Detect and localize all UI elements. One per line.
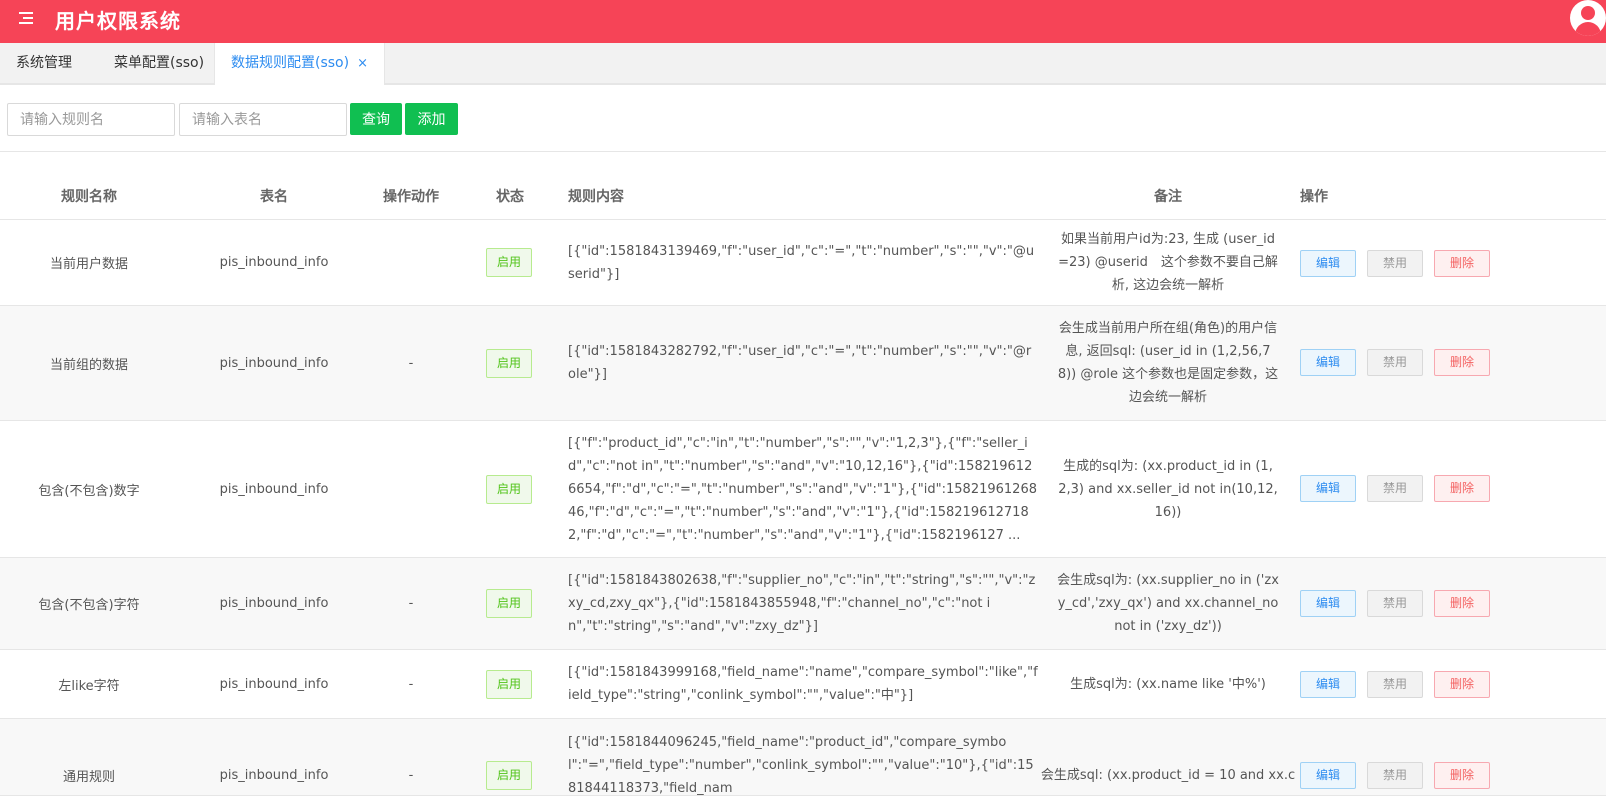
status-badge: 启用 (485, 739, 533, 795)
col-rule-name: 规则名称 (61, 189, 117, 205)
status-badge: 启用 (485, 650, 533, 718)
search-toolbar: 查询 添加 (0, 87, 1606, 152)
operation-action (370, 220, 452, 305)
status-badge: 启用 (485, 558, 533, 649)
remark: 如果当前用户id为:23, 生成 (user_id=23) @userid 这个… (1058, 232, 1278, 293)
disable-button[interactable]: 禁用 (1367, 762, 1423, 789)
remark: 会生成sql为: (xx.supplier_no in ('zxy_cd','z… (1057, 573, 1279, 634)
table-name: pis_inbound_info (219, 676, 329, 692)
delete-button[interactable]: 删除 (1434, 349, 1490, 376)
operation-action: - (408, 596, 414, 611)
col-status: 状态 (496, 189, 524, 205)
operation-action: - (408, 355, 414, 371)
table-row: 当前组的数据 pis_inbound_info - 启用 [{"id":1581… (0, 306, 1606, 421)
rule-content: [{"f":"product_id","c":"in","t":"number"… (568, 435, 1037, 543)
table-row: 包含(不包含)数字 pis_inbound_info 启用 [{"f":"pro… (0, 421, 1606, 558)
table-name: pis_inbound_info (219, 481, 329, 497)
col-remark: 备注 (1154, 189, 1182, 205)
remark: 会生成当前用户所在组(角色)的用户信息, 返回sql: (user_id in … (1057, 321, 1279, 405)
table-name-input[interactable] (179, 103, 347, 136)
table-row: 通用规则 pis_inbound_info - 启用 [{"id":158184… (0, 719, 1606, 796)
tab-bar: 系统管理 菜单配置(sso) 数据规则配置(sso) × (0, 43, 1606, 85)
table-row: 包含(不包含)字符 pis_inbound_info - 启用 [{"id":1… (0, 558, 1606, 650)
disable-button[interactable]: 禁用 (1367, 250, 1423, 277)
status-badge: 启用 (485, 306, 533, 420)
table-row: 左like字符 pis_inbound_info - 启用 [{"id":158… (0, 650, 1606, 719)
disable-button[interactable]: 禁用 (1367, 590, 1423, 617)
tab-data-rule-config[interactable]: 数据规则配置(sso) × (214, 43, 385, 85)
edit-button[interactable]: 编辑 (1300, 590, 1356, 617)
status-badge: 启用 (485, 421, 533, 557)
table-name: pis_inbound_info (219, 355, 329, 371)
edit-button[interactable]: 编辑 (1300, 671, 1356, 698)
add-button[interactable]: 添加 (405, 103, 458, 135)
remark: 会生成sql: (xx.product_id = 10 and xx.c (1040, 767, 1296, 783)
rule-name: 当前组的数据 (49, 357, 128, 373)
top-header: 用户权限系统 (0, 0, 1606, 43)
delete-button[interactable]: 删除 (1434, 671, 1490, 698)
tab-menu-config[interactable]: 菜单配置(sso) (98, 43, 220, 85)
menu-icon[interactable] (19, 12, 33, 24)
edit-button[interactable]: 编辑 (1300, 762, 1356, 789)
rule-content: [{"id":1581843139469,"f":"user_id","c":"… (568, 243, 1035, 282)
tab-system-management[interactable]: 系统管理 (0, 43, 88, 85)
disable-button[interactable]: 禁用 (1367, 671, 1423, 698)
table-row: 当前用户数据 pis_inbound_info 启用 [{"id":158184… (0, 220, 1606, 306)
remark: 生成的sql为: (xx.product_id in (1,2,3) and x… (1058, 458, 1278, 520)
rule-content: [{"id":1581843282792,"f":"user_id","c":"… (568, 344, 1032, 382)
col-operations: 操作 (1300, 189, 1328, 205)
user-avatar-icon[interactable] (1570, 0, 1606, 36)
status-badge: 启用 (485, 220, 533, 305)
operation-action: - (408, 676, 414, 692)
rule-content: [{"id":1581843999168,"field_name":"name"… (568, 665, 1038, 703)
table-name: pis_inbound_info (219, 596, 329, 611)
rule-name: 当前用户数据 (49, 257, 128, 272)
delete-button[interactable]: 删除 (1434, 590, 1490, 617)
disable-button[interactable]: 禁用 (1367, 475, 1423, 502)
table-name: pis_inbound_info (219, 255, 329, 270)
app-title: 用户权限系统 (55, 9, 181, 33)
close-icon[interactable]: × (357, 56, 368, 71)
operation-action (370, 421, 452, 557)
delete-button[interactable]: 删除 (1434, 250, 1490, 277)
rule-name: 左like字符 (58, 678, 120, 694)
col-rule-content: 规则内容 (568, 189, 624, 205)
operation-action: - (408, 767, 414, 783)
rule-content: [{"id":1581844096245,"field_name":"produ… (568, 735, 1034, 796)
edit-button[interactable]: 编辑 (1300, 475, 1356, 502)
rule-content: [{"id":1581843802638,"f":"supplier_no","… (568, 573, 1036, 634)
edit-button[interactable]: 编辑 (1300, 250, 1356, 277)
delete-button[interactable]: 删除 (1434, 475, 1490, 502)
edit-button[interactable]: 编辑 (1300, 349, 1356, 376)
rule-name: 包含(不包含)字符 (38, 598, 140, 613)
table-name: pis_inbound_info (219, 767, 329, 783)
delete-button[interactable]: 删除 (1434, 762, 1490, 789)
col-action: 操作动作 (383, 189, 439, 205)
table-header: 规则名称 表名 操作动作 状态 规则内容 备注 操作 (0, 153, 1606, 220)
disable-button[interactable]: 禁用 (1367, 349, 1423, 376)
query-button[interactable]: 查询 (350, 103, 402, 135)
col-table-name: 表名 (260, 189, 288, 205)
rule-name-input[interactable] (7, 103, 175, 136)
rule-name: 通用规则 (62, 769, 115, 785)
remark: 生成sql为: (xx.name like '中%') (1070, 676, 1266, 692)
rule-name: 包含(不包含)数字 (38, 483, 140, 499)
